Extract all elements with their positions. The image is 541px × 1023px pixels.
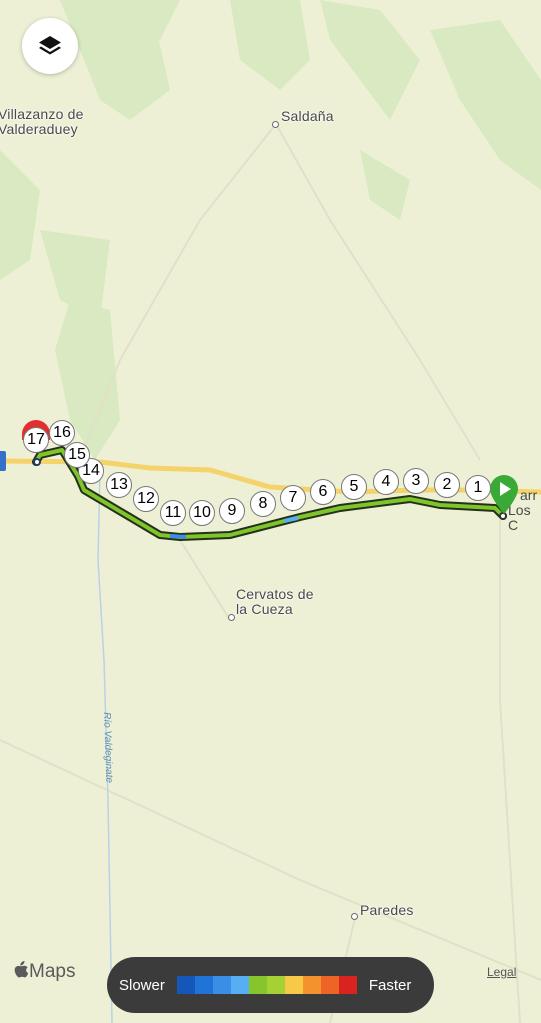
start-play-icon [490,475,518,514]
km-marker[interactable]: 11 [160,500,186,526]
km-marker[interactable]: 17 [23,427,49,453]
place-villazanzo: Villazanzo de Valderaduey [0,106,84,137]
apple-icon [14,961,29,978]
km-marker[interactable]: 7 [280,485,306,511]
layers-icon [39,36,61,55]
place-cervatos: Cervatos de la Cueza [236,586,314,617]
saldana-dot [272,121,279,128]
legend-swatch [266,976,285,994]
km-marker[interactable]: 8 [250,491,276,517]
cervatos-dot [228,614,235,621]
legend-faster-label: Faster [368,976,412,994]
km-marker[interactable]: 3 [403,468,429,494]
legal-link[interactable]: Legal [487,965,516,979]
km-marker[interactable]: 1 [465,475,491,501]
place-saldana: Saldaña [281,108,334,124]
legend-swatch [302,976,321,994]
layers-button[interactable] [22,18,78,74]
maps-label: Maps [29,961,76,982]
route-end-dot [33,458,41,466]
km-marker[interactable]: 15 [64,442,90,468]
apple-maps-logo: Maps [14,961,75,983]
legend-swatch [248,976,267,994]
start-flag [488,474,520,519]
place-paredes: Paredes [360,902,414,918]
km-marker[interactable]: 4 [373,469,399,495]
legend-swatch [212,976,231,994]
legend-color-bar [176,976,357,994]
legend-slower-label: Slower [119,976,165,994]
km-marker[interactable]: 9 [219,498,245,524]
km-marker[interactable]: 16 [49,420,75,446]
km-marker[interactable]: 6 [310,479,336,505]
legend-swatch [194,976,213,994]
km-marker[interactable]: 2 [434,472,460,498]
legend-swatch [320,976,339,994]
road-shield [0,451,6,471]
place-carrion-partial: arr [520,487,538,503]
legend-swatch [338,976,357,994]
legend-swatch [176,976,195,994]
km-marker[interactable]: 12 [133,486,159,512]
terrain [0,0,541,460]
km-marker[interactable]: 13 [106,472,132,498]
legend-swatch [284,976,303,994]
legend-swatch [230,976,249,994]
speed-legend: Slower Faster [107,957,434,1013]
km-marker[interactable]: 5 [341,474,367,500]
route-speed-slow [169,534,187,539]
km-marker[interactable]: 10 [189,500,215,526]
paredes-dot [351,913,358,920]
